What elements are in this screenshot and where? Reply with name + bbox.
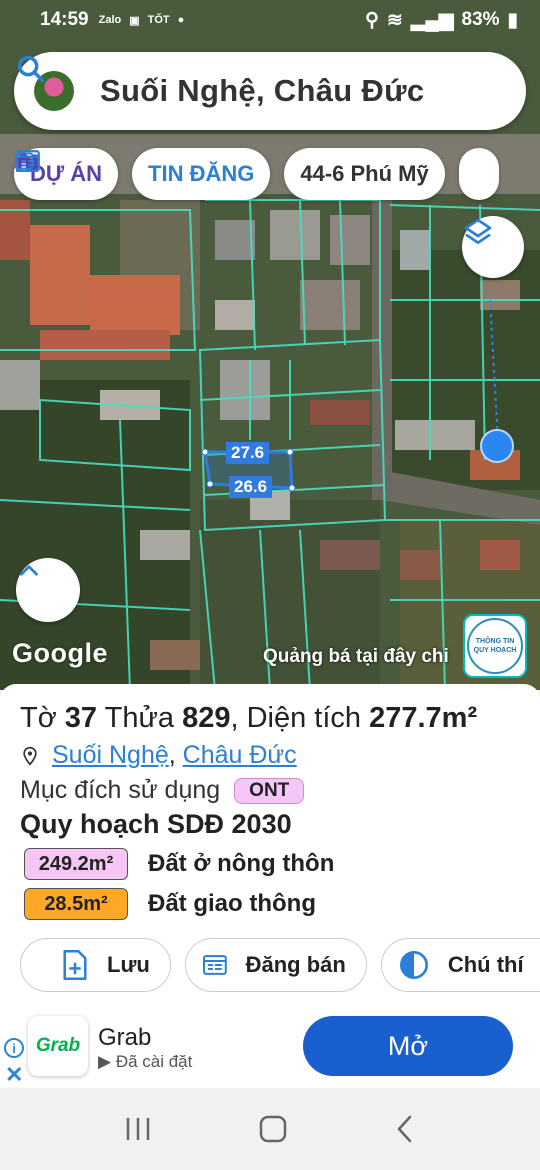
layers-button[interactable]	[462, 216, 524, 278]
search-icon[interactable]	[14, 52, 48, 86]
current-location-dot	[480, 429, 514, 463]
legend-label: Chú thí	[447, 952, 524, 977]
chip-recent-search[interactable]: 44-6 Phú Mỹ	[284, 148, 445, 200]
save-label: Lưu	[107, 952, 150, 977]
listing-icon	[202, 955, 227, 975]
chevron-up-icon	[20, 565, 38, 576]
ad-info-icon[interactable]: i	[4, 1038, 24, 1058]
area-label: Diện tích	[246, 702, 362, 734]
grab-logo: Grab	[28, 1016, 88, 1076]
tot-icon: TỐT	[147, 14, 170, 26]
dimension-label: 27.6	[226, 442, 270, 464]
back-icon[interactable]	[393, 1114, 417, 1144]
save-button[interactable]: Lưu	[20, 938, 171, 992]
parcel-address: Suối Nghệ , Châu Đức	[20, 741, 520, 770]
post-sale-button[interactable]: Đăng bán	[184, 938, 367, 992]
address-separator: ,	[168, 741, 183, 769]
sheet-label: Tờ	[20, 702, 57, 734]
parcel-info-sheet: Tờ 37 Thửa 829, Diện tích 277.7m² Suối N…	[0, 684, 540, 1010]
plot-label: Thửa	[104, 702, 174, 734]
wifi-icon: ≋	[386, 9, 403, 31]
planning-info-badge: THÔNG TIN QUY HOẠCH	[467, 618, 523, 674]
post-sale-label: Đăng bán	[245, 952, 346, 977]
dot-icon: ●	[177, 14, 185, 26]
expand-up-button[interactable]	[16, 558, 80, 622]
legend-button[interactable]: Chú thí	[380, 938, 540, 992]
search-title[interactable]: Suối Nghệ, Châu Đức	[100, 73, 506, 109]
land-use-label: Mục đích sử dụng	[20, 776, 221, 804]
ad-banner[interactable]: i ✕ Grab Grab ▶ Đã cài đặt Mở	[0, 1010, 540, 1088]
zone-label: Đất ở nông thôn	[148, 850, 335, 877]
signal-icon: ▂▄▆	[410, 9, 454, 31]
location-icon: ⚲	[364, 9, 379, 31]
close-icon[interactable]: ✕	[5, 1062, 23, 1088]
ad-subtitle-row: ▶ Đã cài đặt	[98, 1052, 192, 1072]
plot-number: 829	[182, 702, 231, 734]
zone-row: 249.2m² Đất ở nông thôn	[20, 848, 520, 880]
district-link[interactable]: Châu Đức	[183, 741, 297, 770]
zone-area: 249.2m²	[24, 848, 128, 880]
google-logo: Google	[12, 638, 108, 668]
zone-row: 28.5m² Đất giao thông	[20, 888, 520, 920]
location-pin-icon	[23, 746, 37, 766]
chip-label: TIN ĐĂNG	[148, 161, 255, 186]
map-view[interactable]: 27.6 26.6 14:59 Zalo ▣ TỐT ● ⚲ ≋ ▂▄▆ 83%…	[0, 0, 540, 690]
dimension-label: 26.6	[229, 476, 273, 498]
promo-text[interactable]: Quảng bá tại đây chi	[263, 646, 449, 668]
layers-icon	[464, 218, 492, 244]
zone-label: Đất giao thông	[148, 890, 316, 917]
ad-title: Grab	[98, 1024, 152, 1051]
comma: ,	[230, 702, 239, 734]
ad-subtitle: Đã cài đặt	[115, 1052, 193, 1071]
status-time: 14:59	[40, 9, 89, 30]
area-value: 277.7m²	[369, 702, 478, 734]
chip-label: 44-6 Phú Mỹ	[300, 161, 429, 186]
battery-percent: 83%	[461, 9, 500, 30]
contrast-icon	[399, 951, 428, 979]
land-use-row: Mục đích sử dụng ONT	[20, 776, 520, 805]
ad-open-button[interactable]: Mở	[303, 1016, 513, 1076]
battery-icon: ▮	[507, 9, 518, 31]
info-line: THÔNG TIN	[475, 638, 515, 645]
play-store-icon: ▶	[98, 1052, 112, 1071]
status-bar: 14:59 Zalo ▣ TỐT ● ⚲ ≋ ▂▄▆ 83% ▮	[0, 0, 540, 40]
action-buttons: Lưu Đăng bán Chú thí	[20, 938, 540, 992]
land-use-badge: ONT	[234, 777, 305, 804]
add-file-icon	[63, 950, 87, 980]
search-bar[interactable]: Suối Nghệ, Châu Đức	[14, 52, 526, 130]
system-nav-bar	[0, 1088, 540, 1170]
home-icon[interactable]	[258, 1114, 288, 1144]
chip-more[interactable]	[14, 148, 499, 200]
zalo-icon: Zalo	[98, 14, 122, 26]
filter-chips: DỰ ÁN TIN ĐĂNG 44-6 Phú Mỹ	[14, 148, 499, 200]
planning-info-button[interactable]: THÔNG TIN QUY HOẠCH	[463, 614, 527, 678]
sheet-number: 37	[64, 702, 98, 734]
info-line: QUY HOẠCH	[473, 647, 517, 654]
chip-tin-dang[interactable]: TIN ĐĂNG	[16, 148, 271, 200]
image-icon: ▣	[129, 14, 140, 27]
parcel-header: Tờ 37 Thửa 829, Diện tích 277.7m²	[20, 702, 520, 735]
listing-icon	[14, 152, 34, 170]
zone-area: 28.5m²	[24, 888, 128, 920]
ward-link[interactable]: Suối Nghệ	[52, 741, 169, 770]
recent-apps-icon[interactable]	[123, 1116, 153, 1142]
plan-title: Quy hoạch SDĐ 2030	[20, 809, 292, 839]
